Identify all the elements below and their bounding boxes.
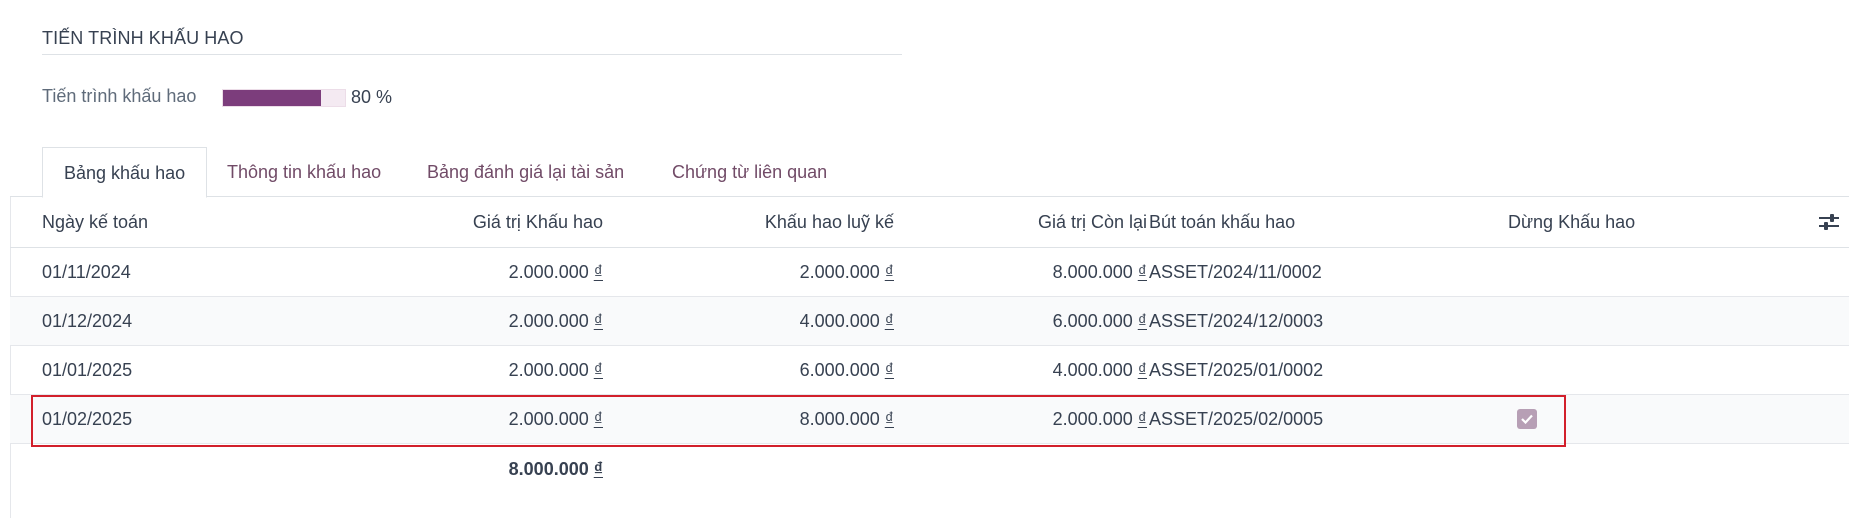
cell-remaining: 2.000.000 ₫ xyxy=(1052,408,1147,429)
cell-move: ASSET/2025/01/0002 xyxy=(1149,359,1324,380)
cell-depreciation-value: 2.000.000 ₫ xyxy=(508,359,603,380)
section-title: TIẾN TRÌNH KHẤU HAO xyxy=(42,28,244,48)
cell-accumulated: 4.000.000 ₫ xyxy=(799,310,894,331)
progress-bar-fill xyxy=(223,90,321,106)
column-header-depreciation-value[interactable]: Giá trị Khấu hao xyxy=(473,197,603,247)
table-footer-row: 8.000.000 ₫ xyxy=(10,444,1849,494)
cell-accumulated: 2.000.000 ₫ xyxy=(799,261,894,282)
tab-depreciation-board[interactable]: Bảng khấu hao xyxy=(42,147,208,198)
optional-columns-toggle[interactable] xyxy=(1819,197,1839,247)
tab-depreciation-info[interactable]: Thông tin khấu hao xyxy=(227,147,381,197)
cell-depreciation-value: 2.000.000 ₫ xyxy=(508,261,603,282)
currency-symbol: ₫ xyxy=(1137,359,1147,380)
sliders-icon[interactable] xyxy=(1819,214,1839,230)
currency-symbol: ₫ xyxy=(884,261,894,282)
cell-depreciation-value: 2.000.000 ₫ xyxy=(508,408,603,429)
currency-symbol: ₫ xyxy=(884,359,894,380)
currency-symbol: ₫ xyxy=(1137,310,1147,331)
check-icon xyxy=(1521,414,1533,424)
currency-symbol: ₫ xyxy=(884,310,894,331)
table-header-row: Ngày kế toán Giá trị Khấu hao Khấu hao l… xyxy=(10,197,1849,248)
table-row[interactable]: 01/02/2025 2.000.000 ₫ 8.000.000 ₫ 2.000… xyxy=(10,395,1849,444)
column-header-stop[interactable]: Dừng Khấu hao xyxy=(1508,197,1635,247)
progress-label: Tiến trình khấu hao xyxy=(42,86,197,106)
cell-date: 01/01/2025 xyxy=(42,359,133,380)
currency-symbol: ₫ xyxy=(1137,261,1147,282)
column-header-date[interactable]: Ngày kế toán xyxy=(42,197,148,247)
table-row[interactable]: 01/01/2025 2.000.000 ₫ 6.000.000 ₫ 4.000… xyxy=(10,346,1849,395)
currency-symbol: ₫ xyxy=(593,408,603,429)
cell-date: 01/11/2024 xyxy=(42,261,131,282)
cell-depreciation-value: 2.000.000 ₫ xyxy=(508,310,603,331)
total-depreciation-value: 8.000.000 ₫ xyxy=(508,458,603,479)
tab-asset-revaluation[interactable]: Bảng đánh giá lại tài sản xyxy=(427,147,624,197)
cell-move: ASSET/2024/11/0002 xyxy=(1149,261,1322,282)
currency-symbol: ₫ xyxy=(884,408,894,429)
cell-accumulated: 8.000.000 ₫ xyxy=(799,408,894,429)
cell-move: ASSET/2025/02/0005 xyxy=(1149,408,1324,429)
cell-date: 01/02/2025 xyxy=(42,408,133,429)
column-header-accumulated[interactable]: Khấu hao luỹ kế xyxy=(765,197,894,247)
currency-symbol: ₫ xyxy=(593,359,603,380)
column-header-move[interactable]: Bút toán khấu hao xyxy=(1149,197,1295,247)
progress-bar xyxy=(222,89,346,107)
cell-date: 01/12/2024 xyxy=(42,310,133,331)
cell-remaining: 4.000.000 ₫ xyxy=(1052,359,1147,380)
progress-value: 80 % xyxy=(351,87,393,107)
section-divider xyxy=(42,54,902,55)
cell-remaining: 8.000.000 ₫ xyxy=(1052,261,1147,282)
currency-symbol: ₫ xyxy=(593,458,603,479)
table-row[interactable]: 01/12/2024 2.000.000 ₫ 4.000.000 ₫ 6.000… xyxy=(10,297,1849,346)
stop-depreciation-checkbox[interactable] xyxy=(1517,409,1537,429)
currency-symbol: ₫ xyxy=(593,310,603,331)
tab-related-documents[interactable]: Chứng từ liên quan xyxy=(672,147,827,197)
cell-stop xyxy=(1508,395,1537,443)
column-header-remaining[interactable]: Giá trị Còn lại xyxy=(1038,197,1147,247)
currency-symbol: ₫ xyxy=(1137,408,1147,429)
table-row[interactable]: 01/11/2024 2.000.000 ₫ 2.000.000 ₫ 8.000… xyxy=(10,248,1849,297)
notebook-tabs: Bảng khấu hao Thông tin khấu hao Bảng đá… xyxy=(10,147,1849,198)
currency-symbol: ₫ xyxy=(593,261,603,282)
cell-accumulated: 6.000.000 ₫ xyxy=(799,359,894,380)
cell-move: ASSET/2024/12/0003 xyxy=(1149,310,1324,331)
cell-remaining: 6.000.000 ₫ xyxy=(1052,310,1147,331)
asset-depreciation-page: TIẾN TRÌNH KHẤU HAO Tiến trình khấu hao … xyxy=(0,0,1849,518)
depreciation-table: Ngày kế toán Giá trị Khấu hao Khấu hao l… xyxy=(10,197,1849,494)
